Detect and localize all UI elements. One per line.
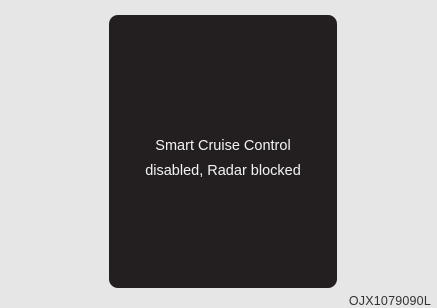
figure-code-label: OJX1079090L: [348, 294, 431, 308]
warning-message: Smart Cruise Control disabled, Radar blo…: [145, 134, 301, 184]
cluster-display-panel: Smart Cruise Control disabled, Radar blo…: [109, 15, 337, 288]
warning-message-line-2: disabled, Radar blocked: [145, 162, 301, 179]
warning-message-line-1: Smart Cruise Control: [155, 137, 291, 154]
